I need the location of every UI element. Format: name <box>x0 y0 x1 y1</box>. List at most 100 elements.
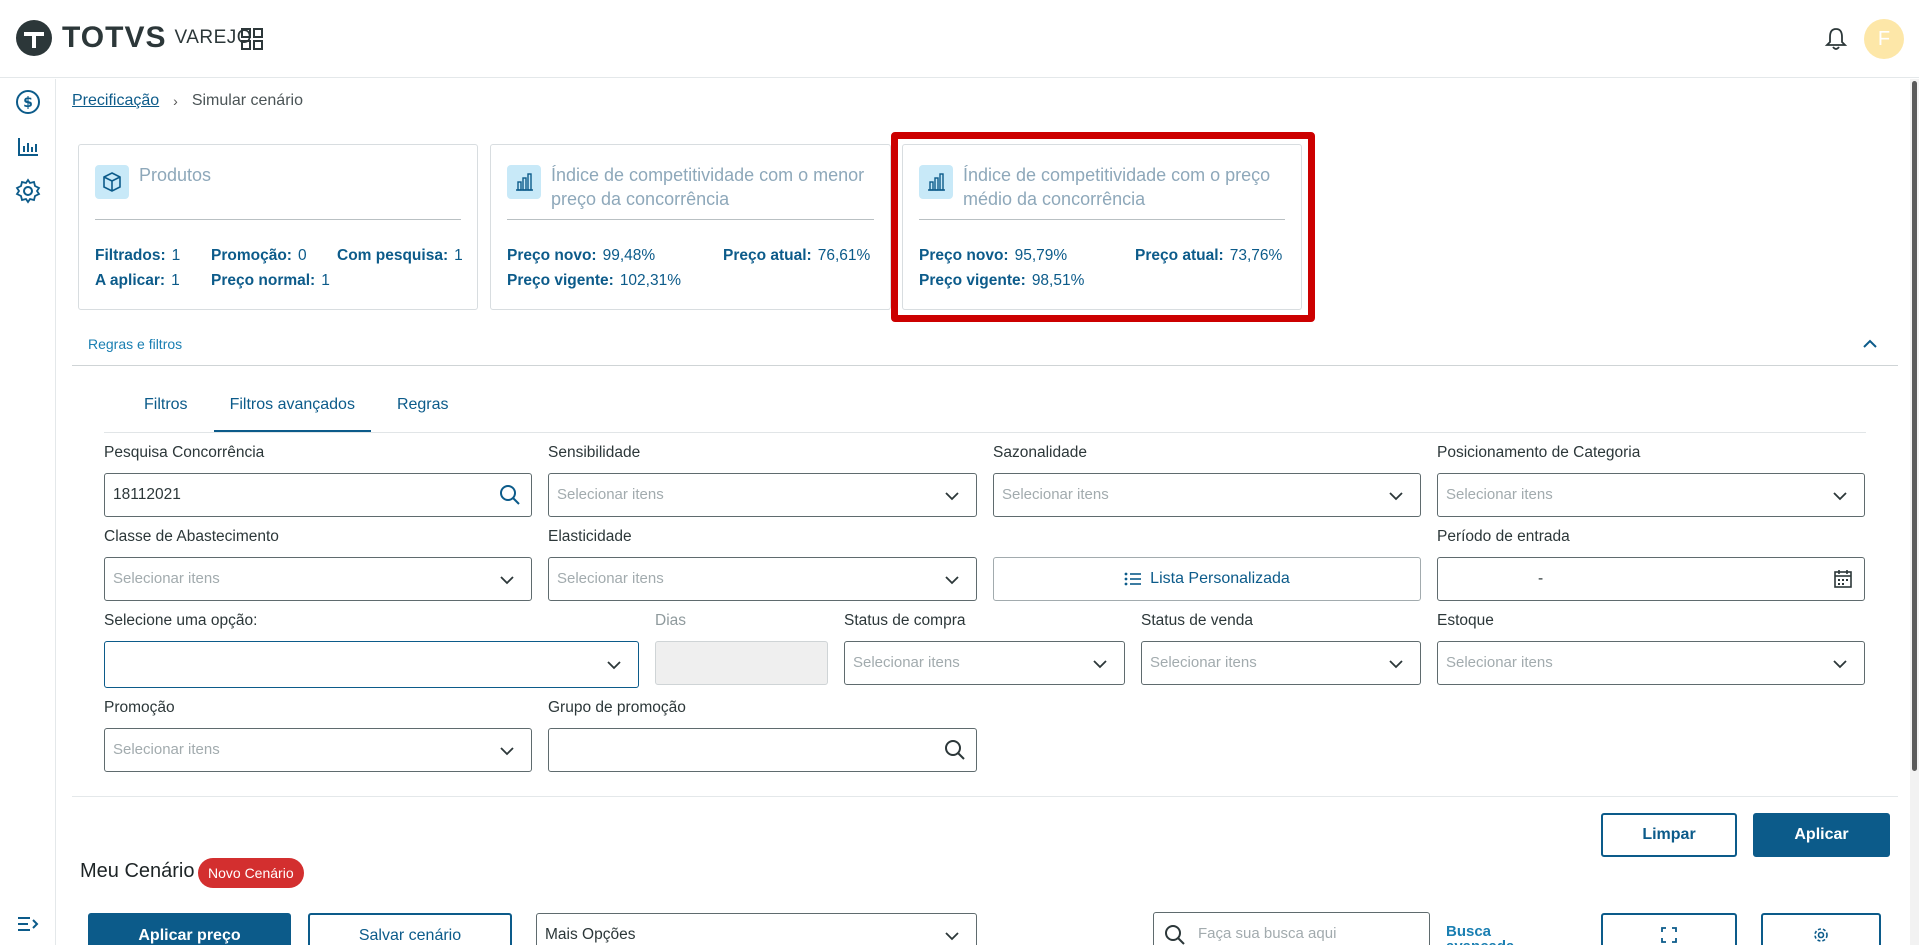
filter-tabs: Filtros Filtros avançados Regras <box>128 380 475 433</box>
status-compra-select[interactable]: Selecionar itens <box>844 641 1125 685</box>
label-sazonalidade: Sazonalidade <box>993 444 1087 461</box>
chevron-down-icon <box>500 576 514 585</box>
placeholder: Selecionar itens <box>113 570 220 587</box>
novo-cenario-badge: Novo Cenário <box>198 858 304 888</box>
promocao-select[interactable]: Selecionar itens <box>104 728 532 772</box>
input-value: 18112021 <box>113 486 181 503</box>
sidebar: $ <box>0 79 56 945</box>
placeholder: Selecionar itens <box>1150 654 1257 671</box>
search-icon[interactable] <box>499 484 521 506</box>
grupo-promocao-input[interactable] <box>548 728 977 772</box>
bar-chart-icon <box>507 165 541 199</box>
label-posicionamento-categoria: Posicionamento de Categoria <box>1437 444 1641 461</box>
card-divider <box>95 219 461 220</box>
estoque-select[interactable]: Selecionar itens <box>1437 641 1865 685</box>
card-produtos: Produtos Filtrados: 1 Promoção: 0 Com pesq… <box>78 144 478 310</box>
scenario-title: Meu Cenário <box>80 860 195 882</box>
scrollbar-thumb[interactable] <box>1912 81 1917 771</box>
stat-promocao: Promoção: 0 <box>211 247 307 264</box>
tab-filtros[interactable]: Filtros <box>128 380 204 433</box>
chevron-down-icon <box>1833 492 1847 501</box>
chevron-down-icon <box>945 932 959 941</box>
busca-avancada-link[interactable]: Busca avançada <box>1446 924 1526 945</box>
mais-opcoes-select[interactable]: Mais Opções <box>536 913 977 945</box>
placeholder: Faça sua busca aqui <box>1198 925 1337 942</box>
highlight-box <box>891 132 1315 322</box>
placeholder: Selecionar itens <box>853 654 960 671</box>
breadcrumb: Precificação › Simular cenário <box>72 92 303 110</box>
label-status-compra: Status de compra <box>844 612 966 629</box>
chevron-down-icon <box>1389 660 1403 669</box>
placeholder: Selecionar itens <box>1446 654 1553 671</box>
classe-abastecimento-select[interactable]: Selecionar itens <box>104 557 532 601</box>
calendar-icon[interactable] <box>1832 568 1854 590</box>
chevron-down-icon <box>500 747 514 756</box>
stat-preco-normal: Preço normal: 1 <box>211 272 330 289</box>
selecione-opcao-select[interactable] <box>104 641 639 688</box>
card-indice-menor-preco: Índice de competitividade com o menor pre… <box>490 144 891 310</box>
notification-bell-icon[interactable] <box>1824 26 1848 52</box>
chart-bars-icon[interactable] <box>15 134 41 160</box>
page-scrollbar[interactable] <box>1910 79 1919 945</box>
label-status-venda: Status de venda <box>1141 612 1254 629</box>
button-label: Lista Personalizada <box>1150 570 1290 587</box>
label-selecione-opcao: Selecione uma opção: <box>104 612 258 629</box>
stat-preco-novo: Preço novo: 99,48% <box>507 247 656 264</box>
settings-gear-icon[interactable] <box>15 178 41 204</box>
tab-filtros-avancados[interactable]: Filtros avançados <box>213 380 371 433</box>
sensibilidade-select[interactable]: Selecionar itens <box>548 473 977 517</box>
dias-input[interactable] <box>655 641 828 685</box>
chevron-down-icon <box>945 492 959 501</box>
tabs-divider <box>104 432 1866 433</box>
chevron-down-icon <box>1093 660 1107 669</box>
section-title: Regras e filtros <box>88 336 183 352</box>
breadcrumb-link-precificacao[interactable]: Precificação <box>72 92 159 110</box>
sazonalidade-select[interactable]: Selecionar itens <box>993 473 1421 517</box>
status-venda-select[interactable]: Selecionar itens <box>1141 641 1421 685</box>
apps-grid-icon[interactable] <box>241 28 263 50</box>
box-icon <box>95 165 129 199</box>
chevron-down-icon <box>1833 660 1847 669</box>
fullscreen-button[interactable] <box>1601 913 1737 945</box>
elasticidade-select[interactable]: Selecionar itens <box>548 557 977 601</box>
aplicar-button[interactable]: Aplicar <box>1753 813 1890 857</box>
periodo-entrada-datepicker[interactable]: - <box>1437 557 1865 601</box>
aplicar-preco-button[interactable]: Aplicar preço <box>88 913 291 945</box>
label-grupo-promocao: Grupo de promoção <box>548 699 686 716</box>
stat-preco-vigente: Preço vigente: 102,31% <box>507 272 682 289</box>
posicionamento-categoria-select[interactable]: Selecionar itens <box>1437 473 1865 517</box>
tab-regras[interactable]: Regras <box>381 380 465 433</box>
expand-menu-icon[interactable] <box>15 911 41 937</box>
lista-personalizada-button[interactable]: Lista Personalizada <box>993 557 1421 601</box>
table-settings-button[interactable] <box>1761 913 1881 945</box>
card-title: Produtos <box>139 165 212 185</box>
label-promocao: Promoção <box>104 699 175 716</box>
regras-filtros-header[interactable]: Regras e filtros <box>72 328 1898 366</box>
expand-icon <box>1661 927 1677 943</box>
stat-a-aplicar: A aplicar: 1 <box>95 272 180 289</box>
placeholder: Selecionar itens <box>557 570 664 587</box>
chevron-down-icon <box>1389 492 1403 501</box>
breadcrumb-current: Simular cenário <box>191 92 303 109</box>
chevron-up-icon[interactable] <box>1860 334 1880 354</box>
pesquisa-concorrencia-input[interactable]: 18112021 <box>104 473 532 517</box>
gear-icon <box>1814 928 1828 942</box>
chevron-down-icon <box>607 661 621 670</box>
section-bottom-divider <box>72 796 1898 797</box>
totvs-logo[interactable]: TOTVS VAREJO <box>14 18 252 58</box>
label-elasticidade: Elasticidade <box>548 528 632 545</box>
chevron-right-icon: › <box>173 93 178 109</box>
user-avatar[interactable]: F <box>1864 19 1904 59</box>
label-pesquisa-concorrencia: Pesquisa Concorrência <box>104 444 265 461</box>
placeholder: Selecionar itens <box>557 486 664 503</box>
search-icon <box>1165 925 1185 945</box>
dollar-icon[interactable]: $ <box>15 89 41 115</box>
search-icon[interactable] <box>944 739 966 761</box>
salvar-cenario-button[interactable]: Salvar cenário <box>308 913 512 945</box>
scenario-search-input[interactable]: Faça sua busca aqui <box>1153 912 1430 945</box>
stat-com-pesquisa: Com pesquisa: 1 <box>337 247 463 264</box>
limpar-button[interactable]: Limpar <box>1601 813 1737 857</box>
svg-text:$: $ <box>23 95 33 111</box>
label-classe-abastecimento: Classe de Abastecimento <box>104 528 279 545</box>
list-icon <box>1124 572 1142 586</box>
